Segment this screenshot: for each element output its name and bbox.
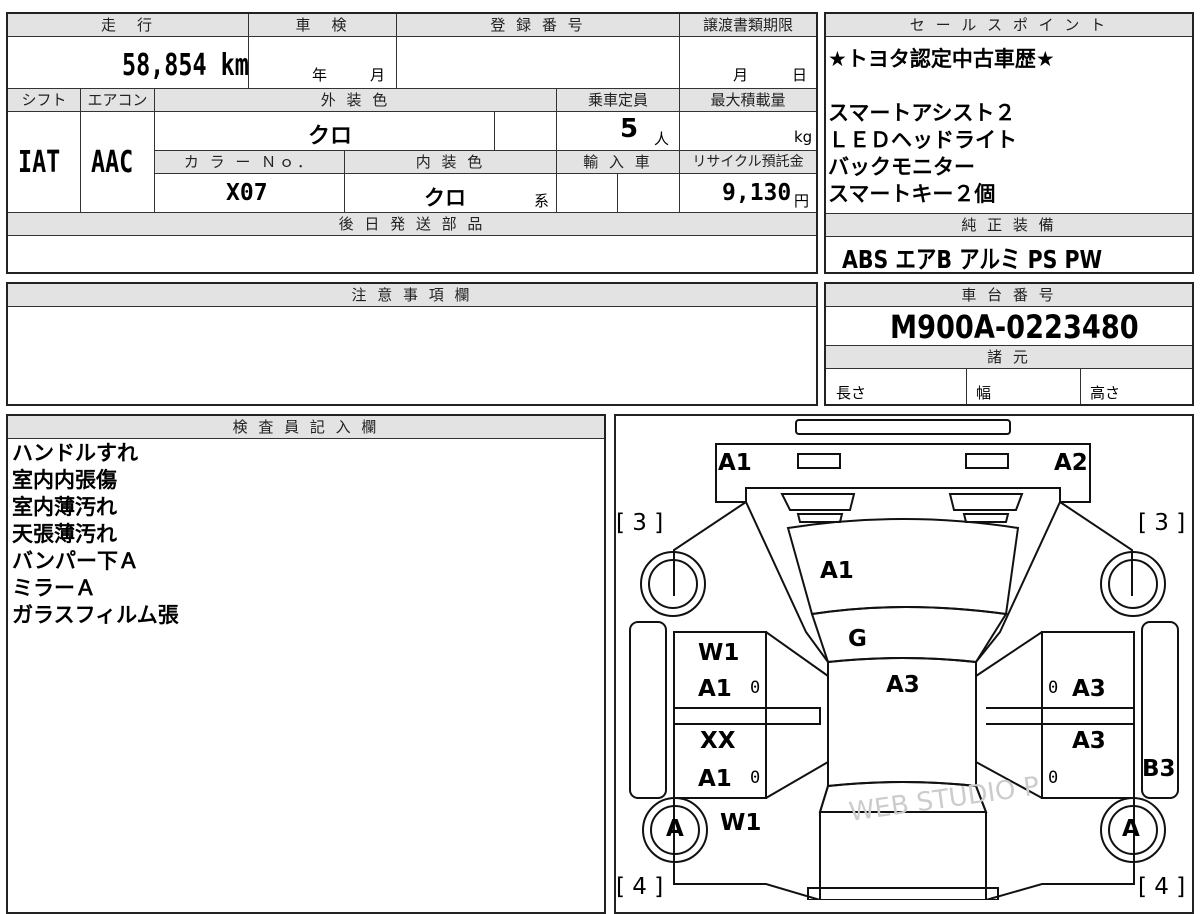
label-left-rear-door-2: A1 (698, 766, 732, 792)
bracket-top-left: [ 3 ] (616, 510, 664, 536)
label-windshield: G (848, 626, 867, 652)
label-right-rear-fender: B3 (1142, 756, 1176, 782)
exterior-color-value: クロ (308, 124, 353, 149)
label-left-front-door-1: W1 (698, 640, 740, 666)
specs-header: 諸 元 (826, 346, 1192, 369)
registration-header: 登 録 番 号 (397, 14, 679, 37)
shipping-parts-header: 後 日 発 送 部 品 (8, 213, 816, 236)
inspector-line-5: バンパー下Ａ (12, 549, 140, 573)
recycle-unit: 円 (794, 192, 810, 210)
capacity-unit: 人 (654, 130, 670, 148)
sales-point-line-1: ★トヨタ認定中古車歴★ (828, 47, 1055, 71)
shift-header: シフト (8, 89, 80, 112)
color-no-value: X07 (226, 180, 268, 206)
import-header: 輸 入 車 (557, 151, 679, 174)
transfer-deadline-header: 譲渡書類期限 (680, 14, 816, 37)
transfer-month-unit: 月 (733, 66, 749, 84)
mileage-header: 走 行 (8, 14, 248, 37)
watermark-text: WEB STUDIO P (847, 771, 1041, 827)
transfer-day-unit: 日 (792, 66, 808, 84)
label-left-front-door-2: A1 (698, 676, 732, 702)
zero-mark-2: 0 (750, 768, 761, 788)
zero-mark-1: 0 (750, 678, 761, 698)
inspector-line-1: ハンドルすれ (12, 441, 138, 465)
label-right-rear-door: A3 (1072, 728, 1106, 754)
shaken-month-unit: 月 (370, 66, 386, 84)
inspector-header: 検 査 員 記 入 欄 (8, 416, 604, 439)
label-hood: A1 (820, 558, 854, 584)
inspector-line-3: 室内薄汚れ (12, 495, 117, 519)
label-roof: A3 (886, 672, 920, 698)
recycle-header: リサイクル預託金 (680, 151, 816, 174)
equipment-value: ABS エアB アルミ PS PW (842, 245, 1103, 274)
interior-color-suffix: 系 (534, 192, 550, 210)
specs-length: 長さ (836, 384, 867, 402)
specs-width: 幅 (976, 384, 992, 402)
zero-mark-4: 0 (1048, 768, 1059, 788)
capacity-value: 5 (620, 114, 639, 144)
interior-color-value: クロ (424, 186, 466, 210)
notes-header: 注 意 事 項 欄 (8, 284, 816, 307)
sales-point-line-5: バックモニター (828, 155, 975, 179)
interior-color-header: 内 装 色 (345, 151, 556, 174)
chassis-value: M900A-0223480 (890, 308, 1139, 346)
sales-point-header: セ ー ル ス ポ イ ン ト (826, 14, 1192, 37)
sales-point-line-4: ＬＥＤヘッドライト (828, 128, 1017, 152)
label-left-quarter: W1 (720, 810, 762, 836)
label-left-rear-wheel: A (666, 816, 684, 842)
aircon-value: AAC (91, 145, 134, 180)
bracket-bottom-right: [ 4 ] (1138, 874, 1186, 900)
label-right-front-door: A3 (1072, 676, 1106, 702)
specs-height: 高さ (1090, 384, 1121, 402)
label-right-rear-wheel: A (1122, 816, 1140, 842)
label-left-rear-door-1: XX (700, 728, 736, 754)
label-front-left: A1 (718, 450, 752, 476)
bracket-bottom-left: [ 4 ] (616, 874, 664, 900)
bracket-top-right: [ 3 ] (1138, 510, 1186, 536)
aircon-header: エアコン (81, 89, 154, 112)
exterior-color-header: 外 装 色 (155, 89, 556, 112)
shaken-header: 車 検 (249, 14, 396, 37)
shaken-year-unit: 年 (312, 66, 328, 84)
inspector-line-6: ミラーＡ (12, 576, 96, 600)
shift-value: IAT (18, 145, 61, 180)
inspector-line-7: ガラスフィルム張 (12, 603, 179, 627)
inspector-line-2: 室内内張傷 (12, 468, 117, 492)
recycle-value: 9,130 (722, 180, 792, 206)
label-front-right: A2 (1054, 450, 1088, 476)
sales-point-line-3: スマートアシスト２ (828, 101, 1016, 125)
max-load-header: 最大積載量 (680, 89, 816, 112)
zero-mark-3: 0 (1048, 678, 1059, 698)
mileage-value: 58,854 km (122, 48, 249, 83)
max-load-unit: kg (794, 128, 813, 146)
chassis-header: 車 台 番 号 (826, 284, 1192, 307)
equipment-header: 純 正 装 備 (826, 213, 1192, 237)
inspector-line-4: 天張薄汚れ (12, 522, 117, 546)
color-no-header: カ ラ ー Ｎｏ． (155, 151, 344, 174)
sales-point-line-6: スマートキー２個 (828, 182, 996, 206)
capacity-header: 乗車定員 (557, 89, 679, 112)
